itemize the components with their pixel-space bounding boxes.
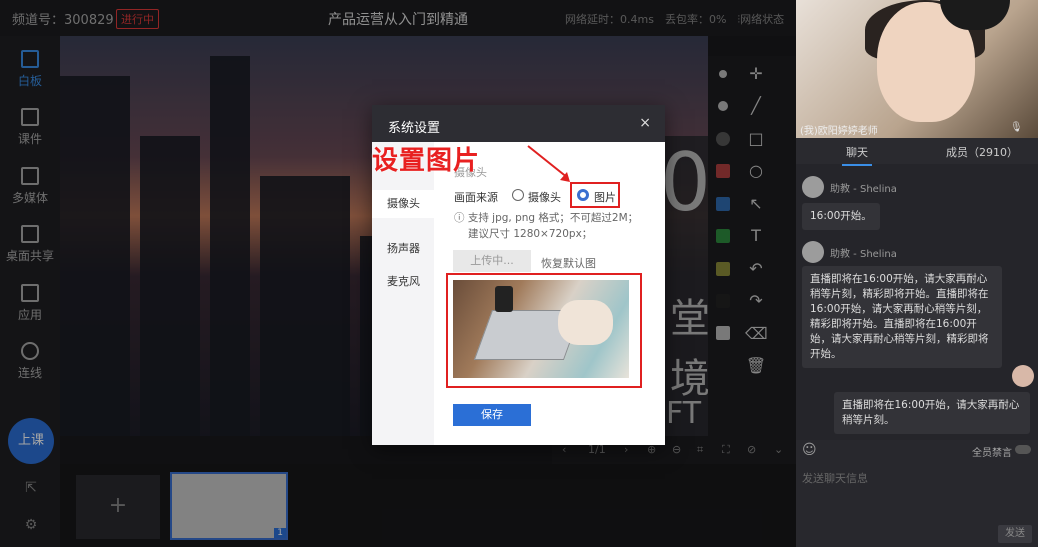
tab-members[interactable]: 成员（2910） (946, 144, 1018, 160)
video-name: (我)欧阳婷婷老师 (800, 126, 878, 137)
upload-button[interactable]: 上传中... (453, 250, 531, 272)
chat-message: 16:00开始。 (802, 203, 880, 230)
mic-icon[interactable]: 🎙 (1010, 122, 1023, 133)
annotation-text: 设置图片 (372, 146, 481, 176)
dialog-nav: 摄像头 扬声器 麦克风 (372, 142, 434, 445)
avatar (802, 241, 824, 263)
chat-message: 直播即将在16:00开始，请大家再耐心稍等片刻，精彩即将开始。直播即将在16:0… (802, 266, 1002, 368)
message-user: 助教 - Shelina (830, 184, 897, 195)
save-button[interactable]: 保存 (453, 404, 531, 426)
info-icon: ⓘ (454, 212, 468, 224)
radio-camera-label[interactable]: 摄像头 (528, 189, 561, 205)
close-icon[interactable]: × (639, 115, 651, 131)
source-label: 画面来源 (454, 191, 498, 204)
message-user: 助教 - Shelina (830, 249, 897, 260)
size-hint: 建议尺寸 1280×720px； (468, 228, 593, 240)
send-button[interactable]: 发送 (998, 525, 1032, 543)
mute-all-label: 全员禁言 (972, 448, 1012, 459)
avatar (802, 176, 824, 198)
nav-camera[interactable]: 摄像头 (372, 190, 434, 218)
tab-chat[interactable]: 聊天 (842, 144, 872, 166)
highlight-box (570, 182, 620, 208)
nav-microphone[interactable]: 麦克风 (387, 273, 420, 289)
dialog-title: 系统设置 (388, 121, 441, 136)
highlight-box (446, 273, 642, 388)
nav-speaker[interactable]: 扬声器 (387, 240, 420, 256)
avatar (1012, 365, 1034, 387)
mute-all-toggle[interactable] (1015, 445, 1031, 454)
chat-tabs: 聊天 成员（2910） (796, 138, 1038, 166)
chat-input[interactable]: 发送聊天信息 (802, 470, 868, 486)
radio-camera[interactable] (512, 189, 524, 201)
restore-default-link[interactable]: 恢复默认图 (541, 255, 596, 271)
format-hint: ⓘ 支持 jpg, png 格式；不可超过2M； (454, 212, 639, 224)
emoji-icon[interactable]: ☺ (802, 442, 817, 458)
chat-message: 直播即将在16:00开始，请大家再耐心稍等片刻。 (834, 392, 1030, 434)
